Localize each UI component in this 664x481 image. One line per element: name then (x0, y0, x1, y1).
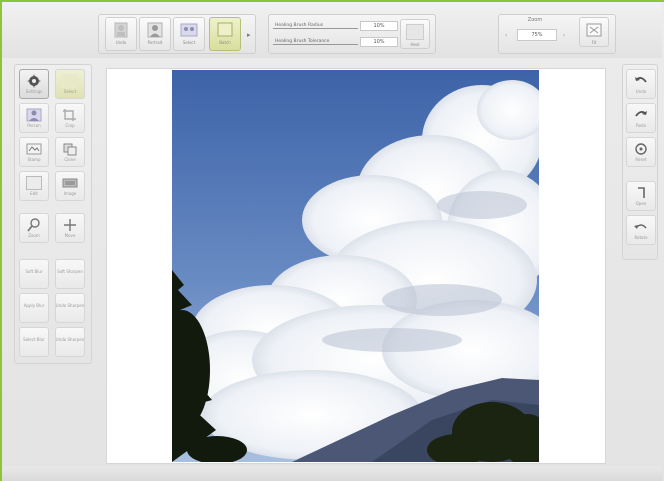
apply-blur-button[interactable]: Apply Blur (19, 293, 49, 323)
tool-label: Open (635, 201, 647, 206)
healing-settings-group: Healing Brush Radius 10% Healing Brush T… (268, 14, 436, 54)
zoom-icon (27, 218, 40, 232)
tool-label: Undo Sharpen (55, 303, 85, 308)
heal-label: Heal (410, 42, 420, 47)
zoom-out-icon[interactable]: ‹ (505, 32, 507, 39)
image-tool[interactable]: Image (55, 171, 85, 201)
undo-button[interactable]: Undo (626, 69, 656, 99)
portrait-icon (114, 22, 128, 38)
zoom-label: Zoom (527, 17, 543, 23)
dropdown-arrow-icon[interactable]: ▸ (247, 31, 251, 39)
select-tool-button[interactable]: Select (173, 17, 205, 51)
soft-sharpen-button[interactable]: Soft Sharpen (55, 259, 85, 289)
fit-button[interactable]: Fit (579, 17, 609, 47)
fit-label: Fit (591, 40, 597, 45)
stamp-icon (26, 143, 42, 155)
tool-label: Crop (65, 123, 75, 128)
reset-icon (635, 143, 647, 155)
tool-label: Batch (219, 40, 231, 45)
tool-label: Undo Sharpen (55, 337, 85, 342)
portrait-tool-button[interactable]: Portrait (139, 17, 171, 51)
tool-label: Move (64, 233, 76, 238)
photo-preview[interactable] (172, 70, 539, 462)
redo-button[interactable]: Redo (626, 103, 656, 133)
tool-label: Undo (115, 40, 127, 45)
tool-label: Redo (635, 123, 647, 128)
tool-group: Undo Portrait Select Batch ▸ (98, 14, 256, 54)
move-tool[interactable]: Move (55, 213, 85, 243)
tool-label: Soft Sharpen (57, 269, 83, 274)
tolerance-label: Healing Brush Tolerance (273, 39, 358, 45)
fit-screen-icon (586, 23, 602, 37)
undo-sharpen-button[interactable]: Undo Sharpen (55, 293, 85, 323)
tool-label: Apply Blur (23, 303, 45, 308)
zoom-value-field[interactable]: 75% (517, 29, 557, 41)
status-bar (2, 466, 662, 481)
tolerance-value-field[interactable]: 10% (360, 36, 398, 47)
zoom-in-icon[interactable]: › (563, 32, 565, 39)
zoom-tool[interactable]: Zoom (19, 213, 49, 243)
tool-label: Portrait (147, 40, 163, 45)
crop-icon (63, 109, 76, 121)
rotate-icon (634, 224, 647, 229)
sky-clouds-photo (172, 70, 539, 462)
heal-icon (406, 24, 424, 40)
tool-label: Edit (30, 191, 38, 196)
crop-tool[interactable]: Crop (55, 103, 85, 133)
move-icon (64, 219, 76, 231)
right-tool-panel: Undo Redo Reset Open Rotate (622, 64, 658, 260)
tool-label: Select Blur (23, 337, 45, 342)
tool-label: Clone (64, 157, 76, 162)
person-icon (147, 22, 163, 38)
batch-tool-button[interactable]: Batch (209, 17, 241, 51)
clone-tool[interactable]: Clone (55, 137, 85, 167)
edit-tool[interactable]: Edit (19, 171, 49, 201)
person-tool[interactable]: Person (19, 103, 49, 133)
select-blur-button[interactable]: Select Blur (19, 327, 49, 357)
undo-icon (635, 77, 647, 83)
select-icon (62, 74, 78, 88)
select-people-icon (180, 23, 198, 37)
clone-icon (63, 143, 77, 156)
tool-label: Zoom (28, 233, 40, 238)
tool-label: Settings (25, 89, 43, 94)
heal-button[interactable]: Heal (400, 19, 430, 49)
tool-label: Reset (635, 157, 647, 162)
undo-sharpen-button-2[interactable]: Undo Sharpen (55, 327, 85, 357)
reset-button[interactable]: Reset (626, 137, 656, 167)
soft-blur-button[interactable]: Soft Blur (19, 259, 49, 289)
tool-label: Person (27, 123, 41, 128)
open-button[interactable]: Open (626, 181, 656, 211)
tool-label: Select (63, 89, 77, 94)
select-tool[interactable]: Select (55, 69, 85, 99)
tool-label: Rotate (634, 235, 648, 240)
tool-label: Image (63, 191, 77, 196)
radius-label: Healing Brush Radius (273, 23, 358, 29)
tool-label: Stamp (27, 157, 41, 162)
open-icon (638, 187, 645, 198)
person-icon (26, 108, 42, 122)
stamp-tool[interactable]: Stamp (19, 137, 49, 167)
tool-label: Soft Blur (25, 269, 43, 274)
rotate-button[interactable]: Rotate (626, 215, 656, 245)
top-toolbar: Undo Portrait Select Batch ▸ Healing Bru… (2, 2, 662, 58)
edit-icon (26, 176, 42, 190)
redo-icon (635, 111, 647, 117)
left-tool-panel: Settings Select Person Crop Stamp Clone (14, 64, 92, 364)
image-icon (62, 178, 78, 188)
radius-value-field[interactable]: 10% (360, 20, 398, 31)
zoom-group: Zoom ‹ 75% › Fit (498, 14, 616, 54)
tool-label: Undo (635, 89, 647, 94)
settings-button[interactable]: Settings (19, 69, 49, 99)
tool-label: Select (182, 40, 196, 45)
undo-tool-button[interactable]: Undo (105, 17, 137, 51)
batch-icon (217, 22, 233, 37)
gear-icon (27, 74, 41, 88)
